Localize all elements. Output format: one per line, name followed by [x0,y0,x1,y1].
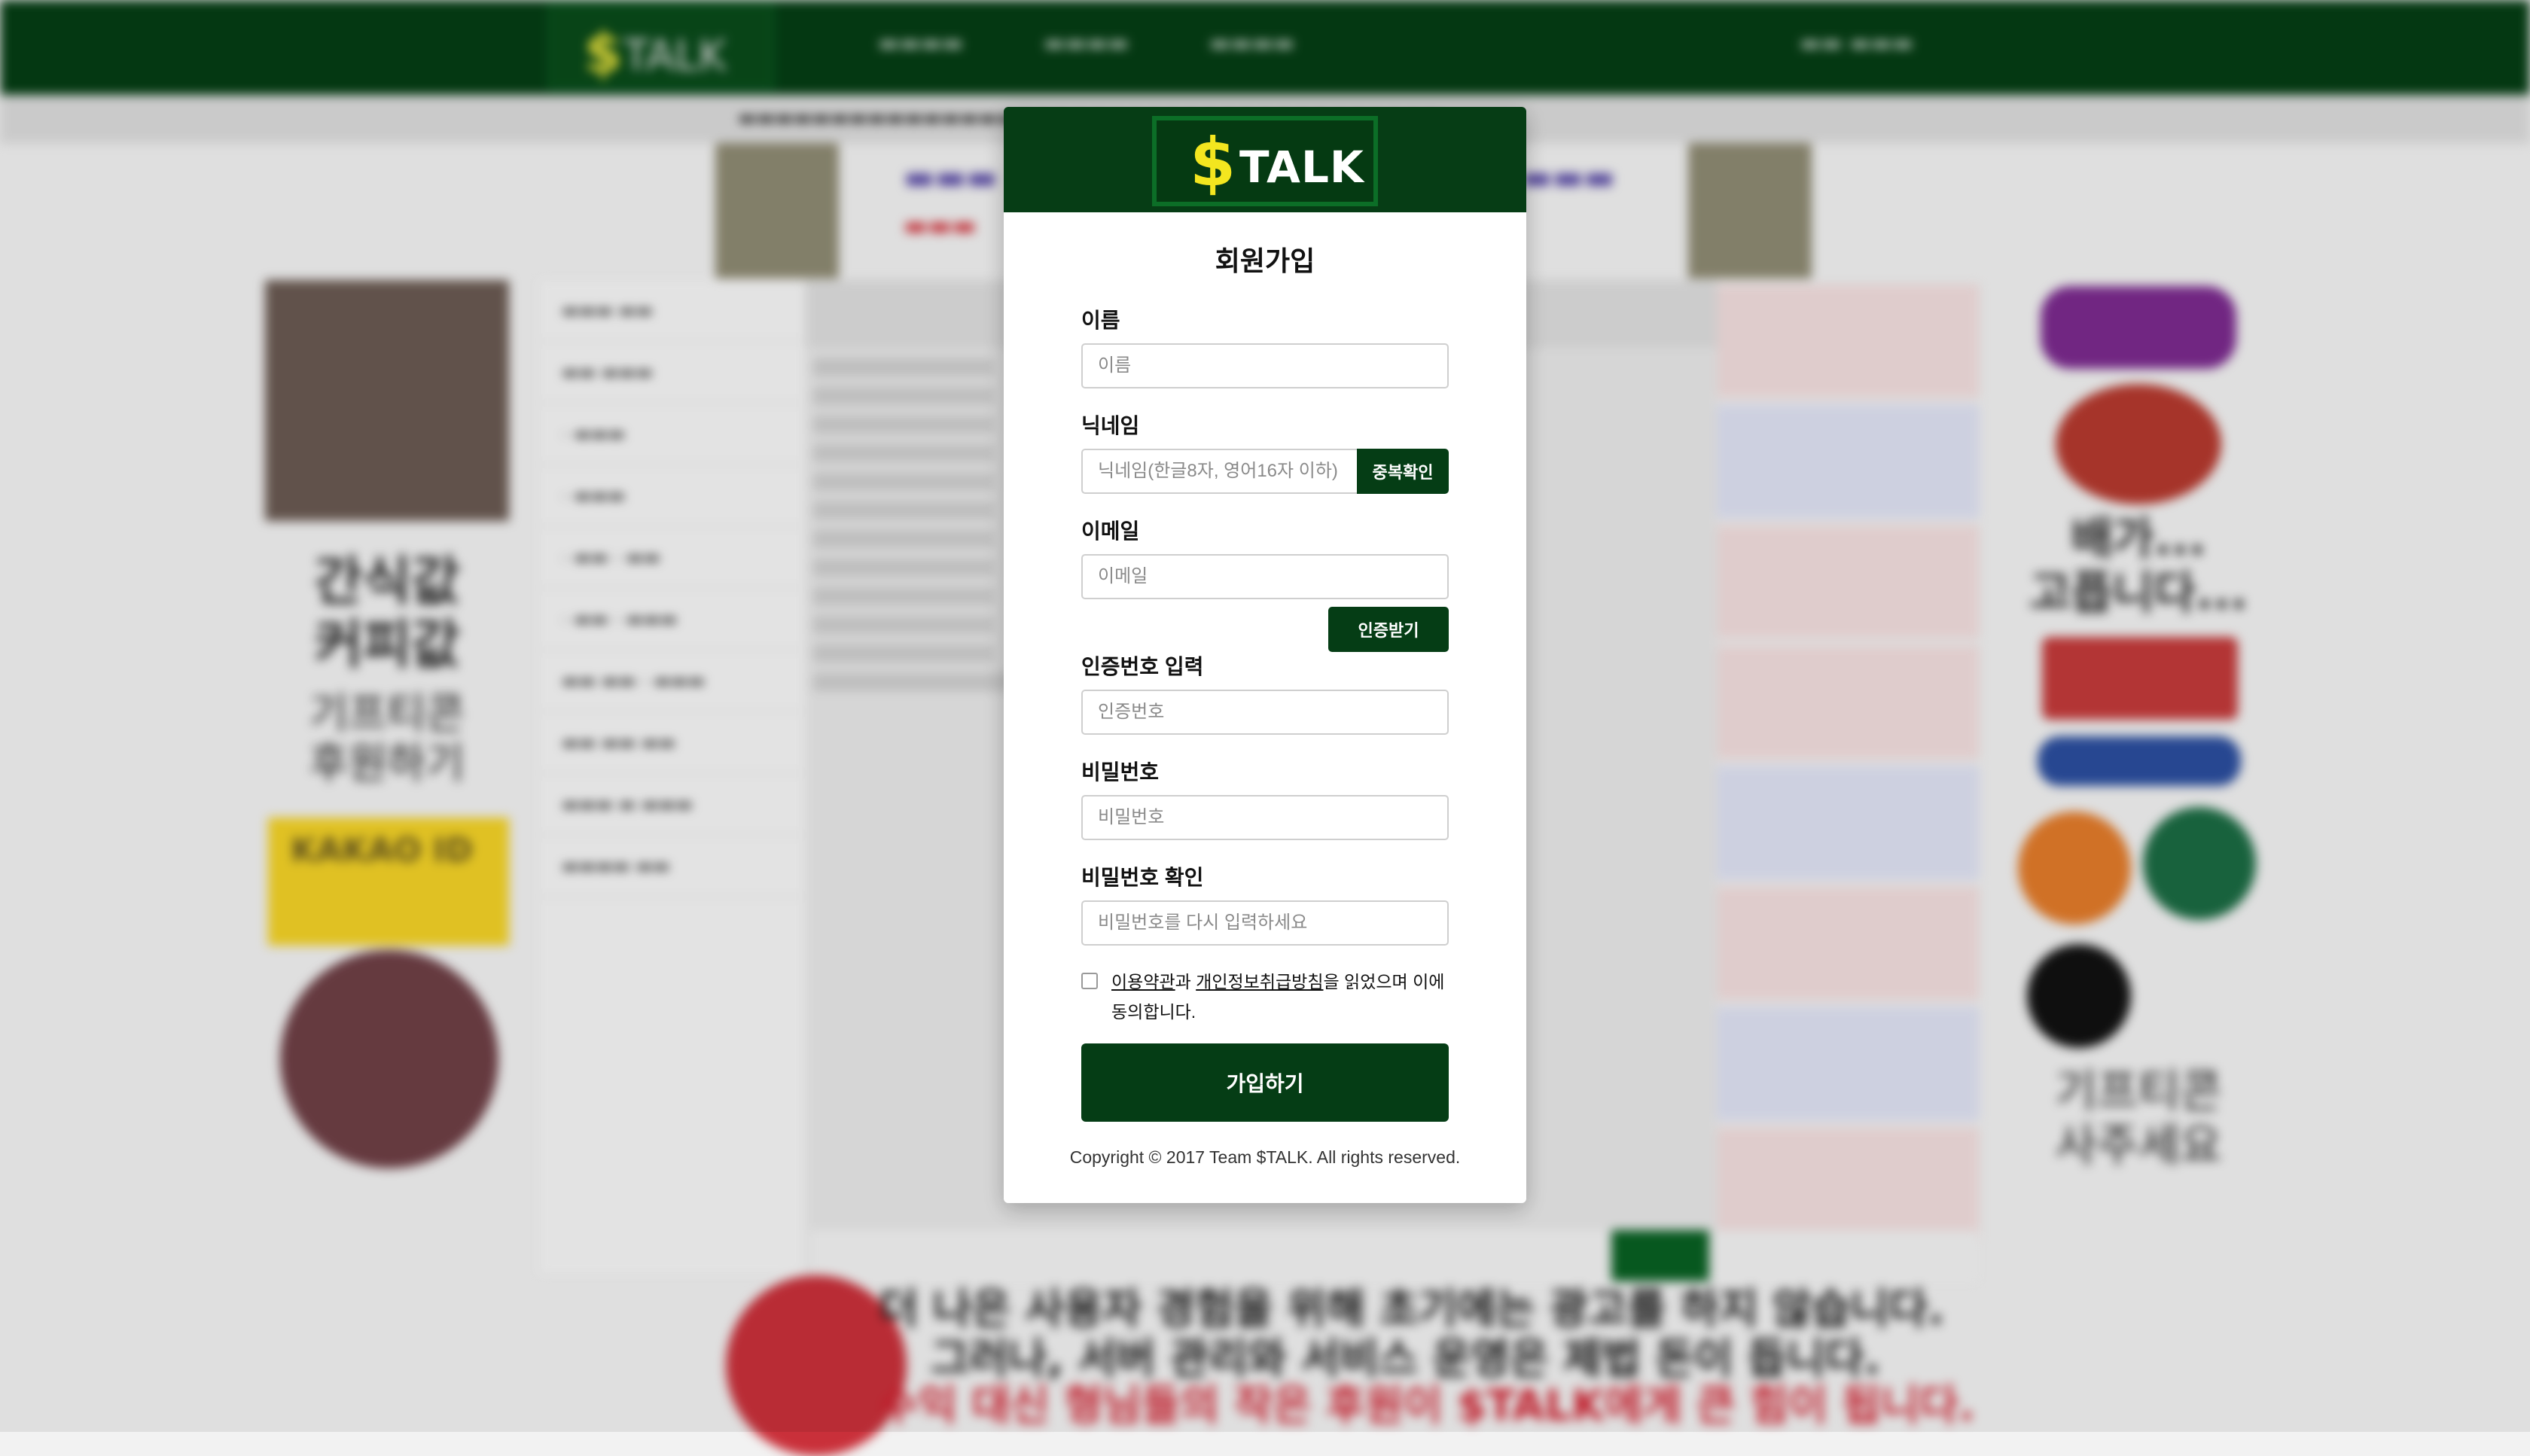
privacy-policy-link[interactable]: 개인정보취급방침 [1196,972,1323,991]
name-label: 이름 [1081,309,1120,332]
agreement-text: 이용약관과 개인정보취급방침을 읽었으며 이에 동의합니다. [1111,972,1445,1022]
stalk-logo: $ TALK [1152,116,1378,206]
password-label: 비밀번호 [1081,760,1160,784]
email-verify-button[interactable]: 인증받기 [1328,607,1449,652]
password-confirm-input[interactable] [1081,900,1449,946]
verification-code-input[interactable] [1081,690,1449,735]
logo-text: TALK [1239,142,1364,193]
email-label: 이메일 [1081,519,1140,543]
nickname-label: 닉네임 [1081,414,1140,437]
modal-header: $ TALK [1004,107,1526,212]
modal-title: 회원가입 [1215,245,1315,276]
email-input[interactable] [1081,554,1449,599]
agreement-checkbox[interactable] [1081,973,1098,989]
nickname-check-button[interactable]: 중복확인 [1357,449,1449,494]
copyright-text: Copyright © 2017 Team $TALK. All rights … [1069,1147,1461,1167]
password-input[interactable] [1081,795,1449,840]
password-confirm-label: 비밀번호 확인 [1081,866,1204,889]
signup-submit-button[interactable]: 가입하기 [1081,1043,1449,1122]
verification-code-label: 인증번호 입력 [1081,655,1204,678]
name-input[interactable] [1081,343,1449,388]
terms-link[interactable]: 이용약관 [1111,972,1175,991]
logo-dollar-sign: $ [1190,123,1236,201]
nickname-input[interactable] [1081,449,1358,494]
signup-modal: $ TALK 회원가입 이름 닉네임 중복확인 이메일 인증받기 인증번호 입력… [1004,107,1526,1203]
